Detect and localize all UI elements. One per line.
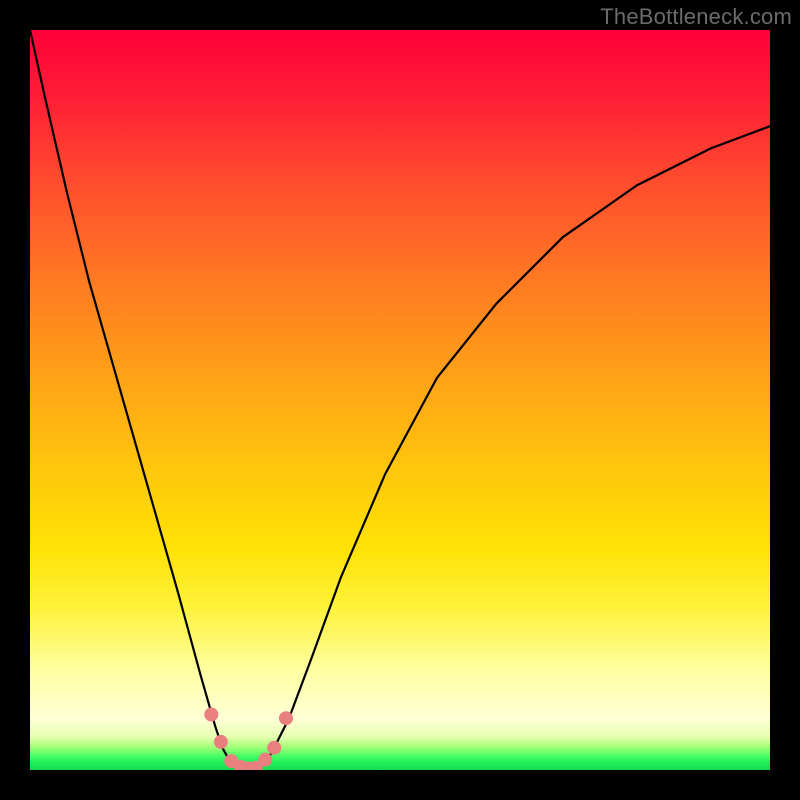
curve-svg — [30, 30, 770, 770]
watermark-text: TheBottleneck.com — [600, 4, 792, 30]
marker-dot — [267, 741, 281, 755]
marker-dot — [204, 708, 218, 722]
marker-dot — [279, 711, 293, 725]
bottleneck-curve — [30, 30, 770, 769]
marker-dot — [258, 753, 272, 767]
chart-frame: TheBottleneck.com — [0, 0, 800, 800]
marker-dot — [214, 735, 228, 749]
plot-area — [30, 30, 770, 770]
